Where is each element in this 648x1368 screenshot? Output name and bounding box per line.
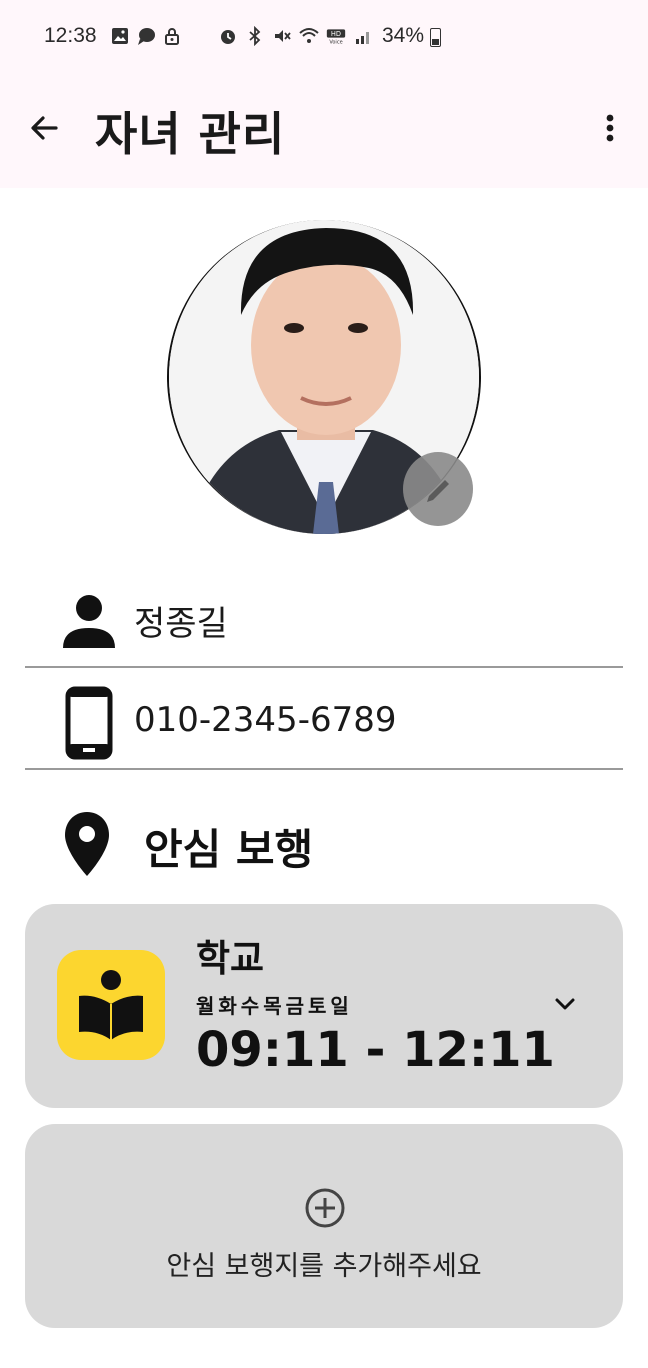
status-time: 12:38 (44, 24, 97, 47)
arrow-back-icon[interactable] (22, 106, 66, 150)
safe-walk-item[interactable]: 학교 월화수목금토일 09:11 - 12:11 (25, 904, 623, 1108)
place-name: 학교 (196, 937, 265, 980)
phone-row: 010-2345-6789 (25, 668, 623, 770)
app-bar: 자녀 관리 (0, 76, 648, 188)
lock-icon (165, 28, 179, 45)
svg-text:Voice: Voice (329, 40, 342, 46)
chevron-down-icon[interactable] (551, 990, 579, 1018)
book-reader-icon (79, 970, 143, 1040)
child-phone: 010-2345-6789 (134, 700, 397, 740)
wifi-icon (299, 28, 319, 43)
hd-voice-icon: HD Voice (326, 29, 346, 46)
smartphone-icon (65, 686, 113, 760)
signal-icon (356, 32, 369, 44)
gallery-icon (112, 28, 128, 44)
add-circle-icon (305, 1188, 345, 1228)
person-icon (63, 595, 115, 648)
location-pin-icon (65, 812, 109, 876)
school-place-icon (57, 950, 165, 1060)
battery-icon (430, 28, 441, 47)
name-row: 정종길 (25, 568, 623, 668)
add-safe-walk-label: 안심 보행지를 추가해주세요 (166, 1251, 482, 1282)
edit-icon (427, 480, 449, 502)
page-title: 자녀 관리 (95, 107, 286, 161)
safe-walk-header: 안심 보행 (60, 808, 600, 878)
add-safe-walk-button[interactable]: 안심 보행지를 추가해주세요 (25, 1124, 623, 1328)
edit-photo-button[interactable] (403, 452, 473, 526)
chat-icon (138, 28, 155, 45)
alarm-icon (221, 30, 235, 44)
status-bar: 12:38 HD Voice 34% (0, 0, 648, 76)
mute-icon (275, 30, 291, 42)
more-vert-icon[interactable] (590, 106, 630, 150)
svg-text:HD: HD (331, 30, 341, 38)
place-time: 09:11 - 12:11 (196, 1022, 555, 1078)
child-name: 정종길 (134, 604, 228, 644)
bluetooth-icon (249, 26, 261, 46)
section-title: 안심 보행 (144, 825, 314, 874)
battery-percent: 34% (382, 24, 425, 47)
place-days: 월화수목금토일 (196, 994, 353, 1018)
